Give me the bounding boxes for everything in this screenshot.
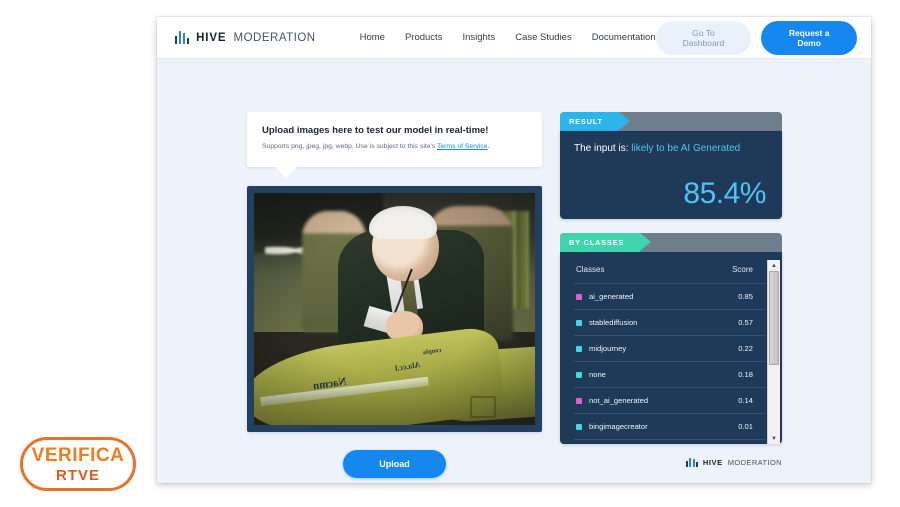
results-column: RESULT The input is: likely to be AI Gen… xyxy=(560,112,782,467)
class-score: 0.01 xyxy=(738,422,753,431)
class-score: 0.18 xyxy=(738,370,753,379)
by-classes-panel-header: BY CLASSES xyxy=(560,233,782,252)
footer-hive-logo: HIVE MODERATION xyxy=(560,458,782,467)
nav-item-products[interactable]: Products xyxy=(405,32,443,43)
table-row[interactable]: stablediffusion 0.57 xyxy=(574,310,765,336)
by-classes-panel-body: Classes Score ai_generated 0.85 stabledi… xyxy=(560,252,782,444)
class-color-swatch xyxy=(576,397,582,404)
upload-title: Upload images here to test our model in … xyxy=(262,125,489,136)
main-navigation: Home Products Insights Case Studies Docu… xyxy=(360,32,656,43)
class-score: 0.57 xyxy=(738,318,753,327)
uploaded-image-frame[interactable]: Nacmn Ala.cc.l coupla xyxy=(247,185,542,432)
upload-button-row: Upload xyxy=(247,449,542,478)
brand-name-primary: HIVE xyxy=(196,31,227,44)
class-score: 0.22 xyxy=(738,344,753,353)
go-to-dashboard-button[interactable]: Go To Dashboard xyxy=(655,20,752,55)
classes-scrollbar[interactable]: ▲ ▼ xyxy=(767,260,780,444)
watermark-line-2: RTVE xyxy=(55,466,100,484)
footer-brand-secondary: MODERATION xyxy=(727,458,782,467)
nav-item-home[interactable]: Home xyxy=(360,32,385,43)
page-body: Upload images here to test our model in … xyxy=(157,59,871,483)
class-color-swatch xyxy=(576,371,582,378)
scrollbar-track[interactable] xyxy=(768,271,780,433)
table-row[interactable]: not_ai_generated 0.14 xyxy=(574,388,765,414)
hive-bars-icon xyxy=(175,31,190,44)
class-color-swatch xyxy=(576,423,582,430)
upload-instructions-card: Upload images here to test our model in … xyxy=(247,112,542,178)
by-classes-panel: BY CLASSES Classes Score ai_generated 0.… xyxy=(560,233,782,444)
class-name: stablediffusion xyxy=(589,318,638,327)
class-color-swatch xyxy=(576,319,582,326)
class-color-swatch xyxy=(576,345,582,352)
photo-vignette xyxy=(254,192,535,425)
result-confidence-score: 85.4% xyxy=(683,177,766,210)
scroll-down-arrow-icon[interactable]: ▼ xyxy=(768,433,780,444)
class-name: none xyxy=(589,370,606,379)
table-row[interactable]: none 0.18 xyxy=(574,362,765,388)
verifica-rtve-watermark: VERIFICA RTVE xyxy=(20,437,136,491)
class-color-swatch xyxy=(576,293,582,300)
header-actions: Go To Dashboard Request a Demo xyxy=(655,20,857,55)
table-row[interactable]: ai_generated 0.85 xyxy=(574,284,765,310)
nav-item-case-studies[interactable]: Case Studies xyxy=(515,32,572,43)
result-prefix: The input is: xyxy=(574,143,629,154)
uploaded-image[interactable]: Nacmn Ala.cc.l coupla xyxy=(254,192,535,425)
classes-table: Classes Score ai_generated 0.85 stabledi… xyxy=(574,260,765,444)
result-verdict: likely to be AI Generated xyxy=(631,143,741,154)
result-panel-body: The input is: likely to be AI Generated … xyxy=(560,131,782,219)
class-score: 0.14 xyxy=(738,396,753,405)
class-score: 0.85 xyxy=(738,292,753,301)
footer-brand-primary: HIVE xyxy=(702,458,723,467)
result-panel-header: RESULT xyxy=(560,112,782,131)
class-name: midjourney xyxy=(589,344,627,353)
table-row[interactable]: bingimagecreator 0.01 xyxy=(574,414,765,440)
nav-item-documentation[interactable]: Documentation xyxy=(592,32,656,43)
classes-table-header: Classes Score xyxy=(574,260,765,284)
class-name: bingimagecreator xyxy=(589,422,648,431)
request-a-demo-button[interactable]: Request a Demo xyxy=(761,20,857,55)
scrollbar-thumb[interactable] xyxy=(769,271,779,365)
browser-page-frame: HIVE MODERATION Home Products Insights Ca… xyxy=(157,17,871,483)
class-name: ai_generated xyxy=(589,292,634,301)
result-tab-label: RESULT xyxy=(560,112,630,131)
watermark-line-1: VERIFICA xyxy=(31,444,125,466)
hive-logo[interactable]: HIVE MODERATION xyxy=(175,31,316,44)
upload-button[interactable]: Upload xyxy=(343,449,446,478)
card-pointer-arrow xyxy=(275,166,297,178)
column-header-classes: Classes xyxy=(576,265,605,274)
class-name: not_ai_generated xyxy=(589,396,649,405)
upload-subtitle-pre: Supports png, jpeg, jpg, webp. Use is su… xyxy=(262,143,437,150)
site-header: HIVE MODERATION Home Products Insights Ca… xyxy=(157,17,871,59)
table-row[interactable]: midjourney 0.22 xyxy=(574,336,765,362)
scroll-up-arrow-icon[interactable]: ▲ xyxy=(768,260,780,271)
upload-subtitle-post: . xyxy=(487,143,490,150)
terms-of-service-link[interactable]: Terms of Service xyxy=(437,143,488,150)
by-classes-tab-label: BY CLASSES xyxy=(560,233,652,252)
column-header-score: Score xyxy=(732,265,753,274)
brand-name-secondary: MODERATION xyxy=(233,31,316,44)
upload-column: Upload images here to test our model in … xyxy=(247,112,542,478)
result-statement: The input is: likely to be AI Generated xyxy=(574,143,768,154)
result-panel: RESULT The input is: likely to be AI Gen… xyxy=(560,112,782,219)
upload-subtitle: Supports png, jpeg, jpg, webp. Use is su… xyxy=(262,142,527,152)
nav-item-insights[interactable]: Insights xyxy=(462,32,495,43)
hive-bars-icon xyxy=(686,458,698,467)
